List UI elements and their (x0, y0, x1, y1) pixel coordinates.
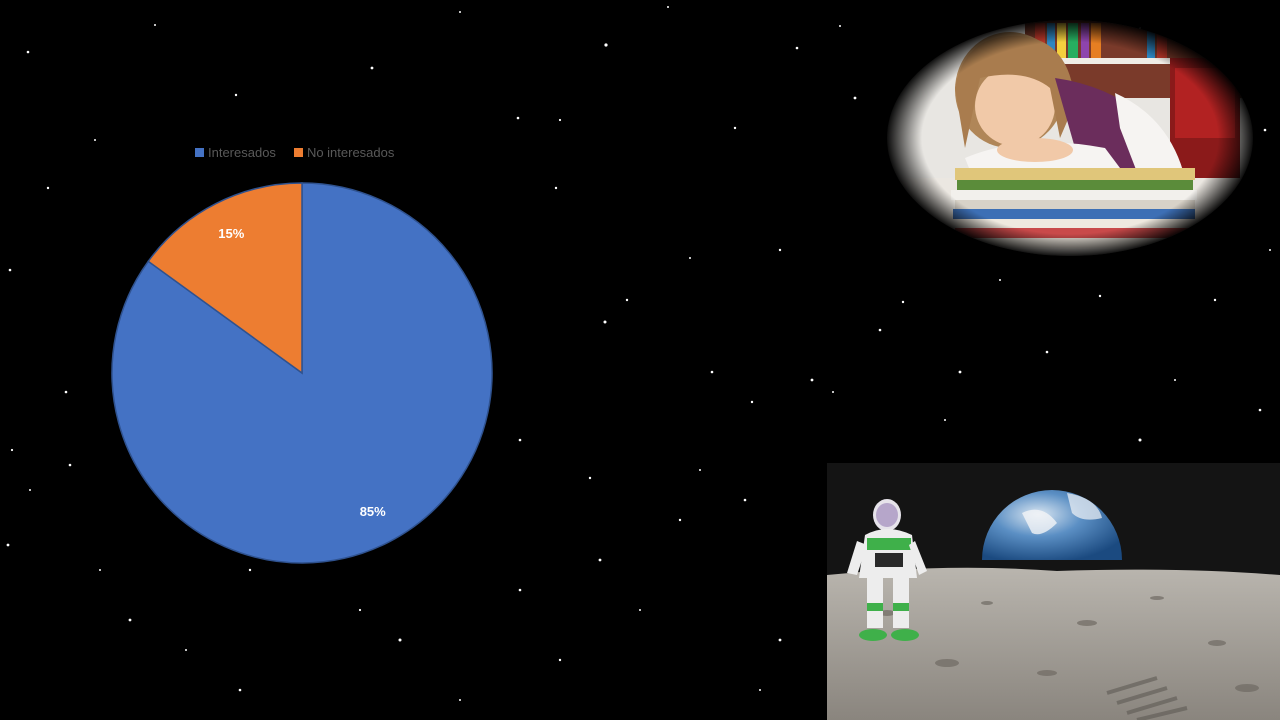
data-label-no-interesados: 15% (218, 226, 244, 241)
legend-item-interesados: Interesados (195, 145, 276, 160)
legend-swatch-no-interesados (293, 148, 303, 157)
slide: Interesados No interesados 85% 15% (0, 0, 1280, 720)
data-label-interesados: 85% (360, 504, 386, 519)
legend-item-no-interesados: No interesados (293, 145, 395, 160)
legend-label-interesados: Interesados (208, 145, 276, 160)
pie-plot: 85% 15% (111, 182, 493, 564)
legend-label-no-interesados: No interesados (306, 145, 395, 160)
legend-swatch-interesados (195, 148, 204, 157)
student-sleeping-photo (885, 18, 1255, 258)
chart-legend: Interesados No interesados (195, 145, 394, 160)
astronaut-on-moon-photo (827, 463, 1280, 720)
pie-chart: Interesados No interesados 85% 15% (100, 135, 520, 580)
